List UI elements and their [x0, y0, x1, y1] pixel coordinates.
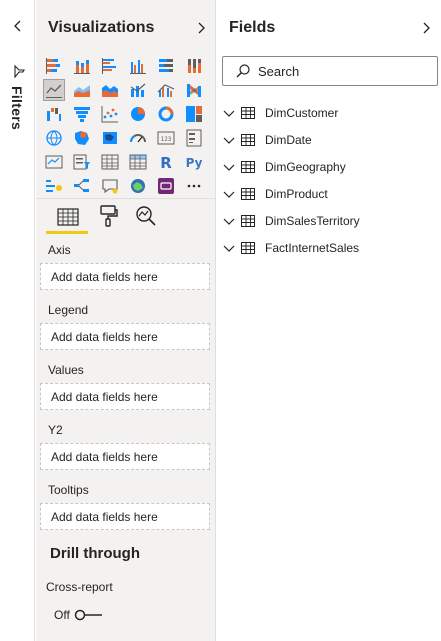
- drill-through-title: Drill through: [50, 545, 140, 562]
- arcgis-map-icon[interactable]: [128, 176, 148, 196]
- table-name: DimCustomer: [265, 106, 339, 120]
- divider: [36, 198, 216, 199]
- table-icon: [241, 134, 255, 146]
- matrix-icon[interactable]: [128, 152, 148, 172]
- chevron-right-icon[interactable]: [421, 20, 431, 36]
- visualizations-tabs: [36, 200, 216, 236]
- tooltips-drop-zone[interactable]: Add data fields here: [40, 503, 210, 530]
- table-icon: [241, 188, 255, 200]
- table-icon: [241, 215, 255, 227]
- fields-title: Fields: [229, 19, 276, 36]
- line-and-clustered-column-chart-icon[interactable]: [156, 80, 176, 100]
- y2-drop-zone[interactable]: Add data fields here: [40, 443, 210, 470]
- table-item[interactable]: DimGeography: [223, 157, 346, 177]
- chevron-down-icon[interactable]: [223, 134, 235, 146]
- clustered-column-chart-icon[interactable]: [128, 56, 148, 76]
- visualizations-pane: Visualizations 123 R Py Axis Add data fi…: [36, 0, 216, 641]
- chevron-down-icon[interactable]: [223, 188, 235, 200]
- table-icon: [241, 242, 255, 254]
- filters-pane-collapsed[interactable]: Filters: [0, 0, 35, 641]
- area-chart-icon[interactable]: [72, 80, 92, 100]
- values-drop-zone[interactable]: Add data fields here: [40, 383, 210, 410]
- treemap-icon[interactable]: [184, 104, 204, 124]
- slicer-icon[interactable]: [72, 152, 92, 172]
- scatter-chart-icon[interactable]: [100, 104, 120, 124]
- axis-drop-zone[interactable]: Add data fields here: [40, 263, 210, 290]
- key-influencers-icon[interactable]: [44, 176, 64, 196]
- waterfall-chart-icon[interactable]: [44, 104, 64, 124]
- legend-drop-zone[interactable]: Add data fields here: [40, 323, 210, 350]
- table-name: DimDate: [265, 133, 312, 147]
- power-bi-side-panes: Filters Visualizations 123 R Py Axis Add…: [0, 0, 441, 641]
- line-chart-icon[interactable]: [43, 79, 65, 101]
- funnel-chart-icon[interactable]: [72, 104, 92, 124]
- table-name: DimSalesTerritory: [265, 214, 360, 228]
- table-icon: [241, 107, 255, 119]
- python-visual-icon[interactable]: Py: [184, 152, 204, 172]
- funnel-icon: [14, 64, 25, 78]
- well-label-tooltips: Tooltips: [48, 483, 89, 497]
- pie-chart-icon[interactable]: [128, 104, 148, 124]
- table-name: FactInternetSales: [265, 241, 360, 255]
- stacked-bar-chart-icon[interactable]: [44, 56, 64, 76]
- decomposition-tree-icon[interactable]: [72, 176, 92, 196]
- table-item[interactable]: DimCustomer: [223, 103, 338, 123]
- well-label-values: Values: [48, 363, 84, 377]
- well-label-axis: Axis: [48, 243, 71, 257]
- more-visuals-icon[interactable]: [184, 176, 204, 196]
- line-and-stacked-column-chart-icon[interactable]: [128, 80, 148, 100]
- chevron-down-icon[interactable]: [223, 215, 235, 227]
- table-item[interactable]: FactInternetSales: [223, 238, 359, 258]
- toggle-state-label: Off: [54, 608, 70, 622]
- chevron-right-icon[interactable]: [196, 20, 206, 36]
- table-item[interactable]: DimDate: [223, 130, 312, 150]
- table-item[interactable]: DimSalesTerritory: [223, 211, 360, 231]
- 100-percent-stacked-column-chart-icon[interactable]: [184, 56, 204, 76]
- kpi-icon[interactable]: [44, 152, 64, 172]
- power-apps-icon[interactable]: [156, 176, 176, 196]
- chevron-left-icon[interactable]: [11, 18, 25, 34]
- well-label-legend: Legend: [48, 303, 89, 317]
- visualizations-title: Visualizations: [48, 19, 155, 36]
- svg-text:123: 123: [161, 136, 172, 143]
- active-tab-indicator: [46, 231, 88, 234]
- chevron-down-icon[interactable]: [223, 242, 235, 254]
- shape-map-icon[interactable]: [100, 128, 120, 148]
- table-name: DimGeography: [265, 160, 346, 174]
- analytics-tab-icon[interactable]: [134, 204, 158, 228]
- 100-percent-stacked-bar-chart-icon[interactable]: [156, 56, 176, 76]
- map-icon[interactable]: [44, 128, 64, 148]
- chevron-down-icon[interactable]: [223, 107, 235, 119]
- fields-tab-icon[interactable]: [56, 204, 80, 228]
- format-tab-icon[interactable]: [96, 204, 120, 228]
- fields-pane: Fields Search DimCustomer DimDate DimGeo…: [217, 0, 441, 641]
- search-placeholder: Search: [258, 63, 300, 79]
- ribbon-chart-icon[interactable]: [184, 80, 204, 100]
- filters-label[interactable]: Filters: [9, 86, 25, 130]
- r-script-visual-icon[interactable]: R: [156, 152, 176, 172]
- qa-visual-icon[interactable]: [100, 176, 120, 196]
- table-item[interactable]: DimProduct: [223, 184, 328, 204]
- multi-row-card-icon[interactable]: [184, 128, 204, 148]
- stacked-column-chart-icon[interactable]: [72, 56, 92, 76]
- filled-map-icon[interactable]: [72, 128, 92, 148]
- table-icon[interactable]: [100, 152, 120, 172]
- table-icon: [241, 161, 255, 173]
- search-icon: [236, 64, 250, 78]
- clustered-bar-chart-icon[interactable]: [100, 56, 120, 76]
- chevron-down-icon[interactable]: [223, 161, 235, 173]
- card-icon[interactable]: 123: [156, 128, 176, 148]
- cross-report-label: Cross-report: [46, 580, 113, 594]
- toggle-switch-icon[interactable]: [74, 608, 104, 622]
- well-label-y2: Y2: [48, 423, 63, 437]
- stacked-area-chart-icon[interactable]: [100, 80, 120, 100]
- svg-text:R: R: [160, 154, 172, 171]
- svg-text:Py: Py: [186, 156, 203, 170]
- cross-report-toggle[interactable]: Off: [54, 607, 104, 623]
- table-name: DimProduct: [265, 187, 328, 201]
- donut-chart-icon[interactable]: [156, 104, 176, 124]
- fields-search-input[interactable]: Search: [222, 56, 438, 86]
- gauge-icon[interactable]: [128, 128, 148, 148]
